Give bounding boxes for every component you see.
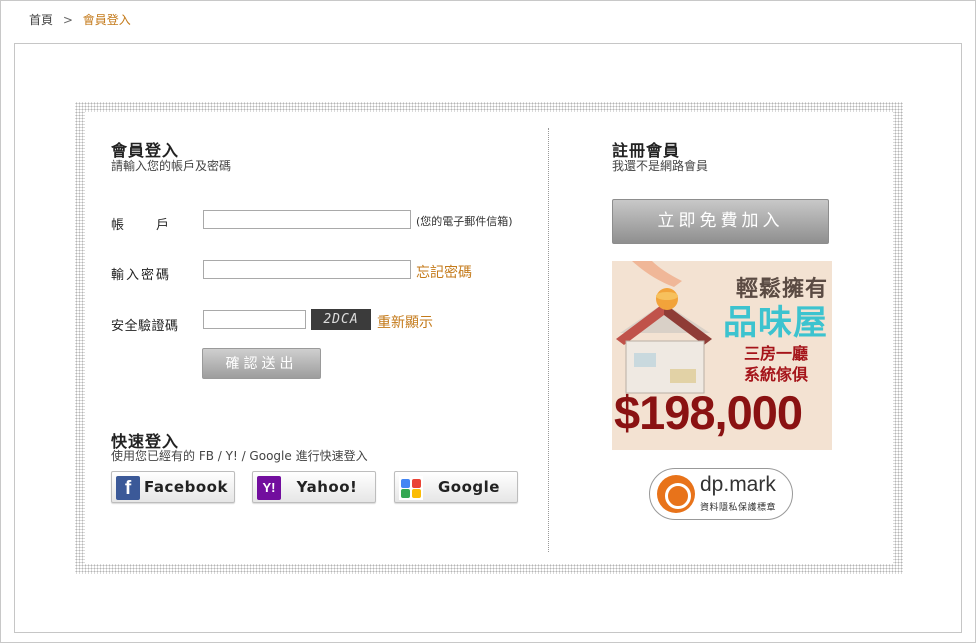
google-login-button[interactable]: Google: [394, 471, 518, 503]
account-hint: (您的電子郵件信箱): [416, 215, 513, 228]
yahoo-label: Yahoo!: [296, 478, 358, 496]
captcha-input[interactable]: [203, 310, 306, 329]
breadcrumb-separator: >: [62, 13, 73, 27]
dpmark-caption: 資料隱私保護標章: [700, 503, 777, 513]
ad-line2: 品味屋: [723, 303, 828, 343]
facebook-icon: f: [116, 476, 140, 500]
register-subtitle: 我還不是網路會員: [612, 159, 709, 173]
captcha-image: 2DCA: [311, 309, 371, 330]
dpmark-logo-icon: [657, 475, 695, 513]
google-icon: [399, 476, 423, 500]
ad-line4: 系統傢俱: [743, 365, 808, 384]
google-label: Google: [438, 478, 500, 496]
submit-button[interactable]: 確認送出: [202, 348, 321, 379]
ad-line3: 三房一廳: [743, 344, 808, 363]
quick-login-subtitle: 使用您已經有的 FB / Y! / Google 進行快速登入: [111, 449, 368, 463]
yahoo-icon: Y!: [257, 476, 281, 500]
ad-line3-4: 三房一廳 系統傢俱: [744, 343, 808, 385]
column-divider: [548, 128, 549, 552]
breadcrumb-current: 會員登入: [82, 13, 131, 27]
login-panel-border: 會員登入 請輸入您的帳戶及密碼 帳 戶 (您的電子郵件信箱) 輸入密碼 忘記密碼…: [75, 102, 903, 574]
facebook-login-button[interactable]: f Facebook: [111, 471, 235, 503]
password-input[interactable]: [203, 260, 411, 279]
ad-price: $198,000: [614, 386, 803, 439]
breadcrumb-home[interactable]: 首頁: [29, 13, 53, 27]
captcha-refresh-link[interactable]: 重新顯示: [377, 312, 433, 332]
login-subtitle: 請輸入您的帳戶及密碼: [111, 159, 232, 173]
house-ad-banner[interactable]: 輕鬆擁有 品味屋 三房一廳 系統傢俱 $198,000: [612, 261, 832, 450]
login-panel: 會員登入 請輸入您的帳戶及密碼 帳 戶 (您的電子郵件信箱) 輸入密碼 忘記密碼…: [85, 112, 893, 564]
dpmark-name: dp.mark: [700, 473, 776, 496]
dpmark-privacy-badge[interactable]: dp.mark 資料隱私保護標章: [649, 468, 793, 520]
breadcrumb: 首頁 > 會員登入: [29, 11, 131, 28]
join-free-button[interactable]: 立即免費加入: [612, 199, 829, 244]
yahoo-login-button[interactable]: Y! Yahoo!: [252, 471, 376, 503]
forgot-password-link[interactable]: 忘記密碼: [416, 262, 472, 282]
account-label: 帳 戶: [111, 218, 172, 233]
password-label: 輸入密碼: [111, 268, 172, 283]
facebook-label: Facebook: [144, 478, 228, 496]
captcha-label: 安全驗證碼: [111, 319, 179, 334]
account-input[interactable]: [203, 210, 411, 229]
